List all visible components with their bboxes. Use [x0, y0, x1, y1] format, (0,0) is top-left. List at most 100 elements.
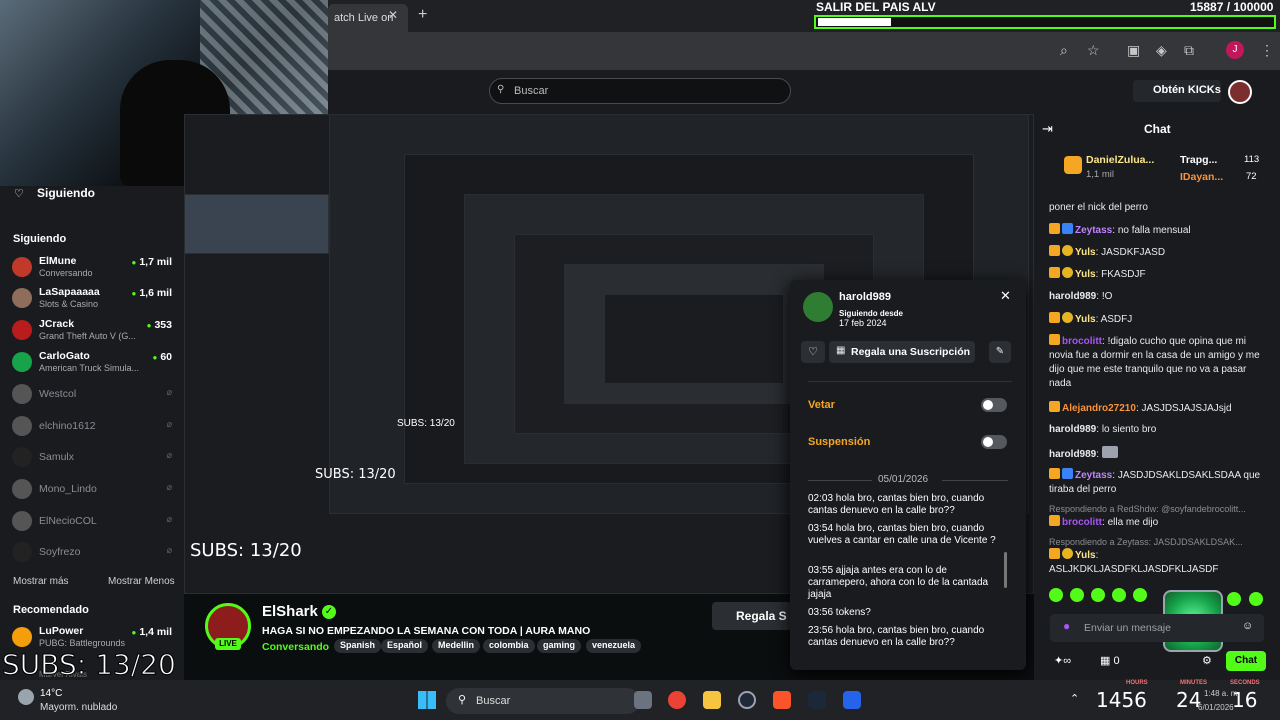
tag[interactable]: Medellin — [432, 639, 481, 653]
chat-username[interactable]: brocolitt — [1062, 336, 1102, 347]
emote-icon[interactable] — [1070, 588, 1084, 602]
emote-icon[interactable] — [1227, 592, 1241, 606]
screenshot-icon[interactable]: ▣ — [1127, 42, 1140, 59]
sidebar-channel-jcrack[interactable]: JCrack Grand Theft Auto V (G... 353 — [12, 317, 176, 347]
chat-username[interactable]: harold989 — [1049, 424, 1096, 435]
tag[interactable]: Spanish — [334, 639, 382, 653]
veto-label: Vetar — [808, 399, 835, 411]
show-less-link[interactable]: Mostrar Menos — [108, 576, 175, 587]
mod-action-button[interactable]: ✎ — [989, 341, 1011, 363]
app-icon[interactable] — [843, 691, 861, 709]
gifter-name[interactable]: Trapg... — [1180, 154, 1217, 166]
gifter-name[interactable]: DanielZulua... — [1086, 154, 1154, 166]
search-input[interactable]: Buscar — [489, 78, 791, 104]
gift-subscription-button[interactable]: Regala una Suscripción — [829, 341, 975, 363]
extension-icon[interactable]: ◈ — [1156, 42, 1167, 59]
tag[interactable]: venezuela — [586, 639, 642, 653]
channel-points-icon[interactable]: ✦∞ — [1054, 654, 1071, 667]
emoji-icon[interactable]: ☺ — [1242, 620, 1253, 632]
bookmark-star-icon[interactable]: ☆ — [1087, 42, 1100, 59]
mic-icon[interactable]: ● — [1063, 619, 1070, 633]
collapse-chat-icon[interactable]: ⇥ — [1042, 121, 1053, 137]
gifter-name[interactable]: IDayan... — [1180, 171, 1223, 183]
tag[interactable]: colombia — [483, 639, 535, 653]
sidebar-channel-offline[interactable]: Westcol ⌀ — [12, 381, 176, 411]
avatar — [12, 542, 32, 562]
chat-message: harold989: lo siento bro — [1049, 424, 1157, 435]
emote-icon[interactable] — [1049, 588, 1063, 602]
user-card-username[interactable]: harold989 — [839, 291, 891, 303]
zoom-icon[interactable]: ⌕ — [1060, 42, 1068, 59]
tray-chevron-icon[interactable]: ⌃ — [1070, 692, 1079, 705]
sidebar-channel-offline[interactable]: ElNecioCOL ⌀ — [12, 508, 176, 538]
emote-icon[interactable] — [1091, 588, 1105, 602]
user-avatar[interactable] — [1228, 80, 1252, 104]
emote-icon[interactable] — [1249, 592, 1263, 606]
chat-username[interactable]: brocolitt — [1062, 517, 1102, 528]
sidebar-channel-lasapaaaaa[interactable]: LaSapaaaaa Slots & Casino 1,6 mil — [12, 285, 176, 315]
chat-username[interactable]: Yuls — [1075, 269, 1096, 280]
show-more-link[interactable]: Mostrar más — [13, 576, 69, 587]
get-kicks-button[interactable]: Obtén KICKs — [1133, 80, 1221, 102]
scrollbar[interactable] — [1004, 552, 1007, 588]
offline-icon: ⌀ — [166, 482, 172, 492]
chat-message: brocolitt: !digalo cucho que opina que m… — [1049, 334, 1260, 389]
chat-username[interactable]: Alejandro27210 — [1062, 403, 1136, 414]
tag[interactable]: gaming — [537, 639, 582, 653]
weather-temp[interactable]: 14°C — [40, 688, 62, 699]
task-view-icon[interactable] — [634, 691, 652, 709]
system-time[interactable]: 1:48 a. m. — [1204, 689, 1240, 698]
sidebar-channel-elmune[interactable]: ElMune Conversando 1,7 mil — [12, 254, 176, 284]
sidebar-channel-offline[interactable]: Mono_Lindo ⌀ — [12, 476, 176, 506]
gift-sub-button[interactable]: Regala S — [712, 602, 792, 630]
windows-start-icon[interactable] — [418, 691, 436, 709]
steam-icon[interactable] — [808, 691, 826, 709]
reply-context[interactable]: Respondiendo a Zeytass: JASDJDSAKLDSAK..… — [1049, 537, 1263, 547]
puzzle-icon[interactable]: ⧉ — [1184, 42, 1194, 59]
chat-username[interactable]: harold989 — [1049, 449, 1096, 460]
follow-heart-button[interactable]: ♡ — [801, 341, 825, 363]
chrome-icon[interactable] — [668, 691, 686, 709]
following-header[interactable]: Siguiendo — [37, 186, 95, 200]
following-since-label: Siguiendo desde — [839, 309, 904, 318]
chat-username[interactable]: Zeytass — [1075, 225, 1112, 236]
file-explorer-icon[interactable] — [703, 691, 721, 709]
system-date[interactable]: 6/01/2026 — [1198, 703, 1234, 712]
obs-icon[interactable] — [738, 691, 756, 709]
reply-context[interactable]: Respondiendo a RedShdw: @soyfandebrocoli… — [1049, 504, 1263, 514]
chat-username[interactable]: Zeytass — [1075, 470, 1112, 481]
weather-desc[interactable]: Mayorm. nublado — [40, 702, 117, 713]
streamer-name[interactable]: ElShark — [262, 603, 318, 620]
channel-category: PUBG: Battlegrounds — [39, 638, 126, 648]
sidebar-channel-carlogato[interactable]: CarloGato American Truck Simula... 60 — [12, 349, 176, 379]
chat-text: JASJDSJAJSJAJsjd — [1141, 403, 1232, 414]
sidebar-channel-offline[interactable]: Samulx ⌀ — [12, 444, 176, 474]
chat-input[interactable]: Enviar un mensaje — [1050, 614, 1264, 642]
chat-username[interactable]: Yuls — [1075, 314, 1096, 325]
menu-dots-icon[interactable]: ⋮ — [1260, 42, 1274, 59]
viewer-count: 353 — [147, 319, 172, 331]
chat-username[interactable]: Yuls — [1075, 550, 1096, 561]
emote-icon[interactable] — [1112, 588, 1126, 602]
chat-message: Yuls: ASDFJ — [1049, 312, 1263, 327]
chat-username[interactable]: Yuls — [1075, 247, 1096, 258]
tab-close-icon[interactable]: ✕ — [388, 8, 398, 22]
stream-category[interactable]: Conversando — [262, 641, 329, 653]
new-tab-button[interactable]: + — [418, 6, 427, 24]
veto-toggle[interactable] — [981, 398, 1007, 412]
suspend-toggle[interactable] — [981, 435, 1007, 449]
profile-avatar[interactable]: J — [1226, 41, 1244, 59]
brave-icon[interactable] — [773, 691, 791, 709]
chat-text: !O — [1101, 291, 1113, 302]
settings-gear-icon[interactable]: ⚙ — [1202, 654, 1212, 667]
tag[interactable]: Español — [381, 639, 429, 653]
close-icon[interactable]: ✕ — [1000, 288, 1011, 304]
taskbar-search[interactable]: Buscar — [446, 688, 640, 714]
send-chat-button[interactable]: Chat — [1226, 651, 1266, 671]
chat-username[interactable]: harold989 — [1049, 291, 1096, 302]
chat-message: brocolitt: ella me dijo — [1049, 515, 1263, 530]
sidebar-channel-offline[interactable]: elchino1612 ⌀ — [12, 413, 176, 443]
sidebar-channel-offline[interactable]: Soyfrezo ⌀ — [12, 539, 176, 569]
gift-icon[interactable]: ▦ 0 — [1100, 654, 1120, 667]
emote-icon[interactable] — [1133, 588, 1147, 602]
